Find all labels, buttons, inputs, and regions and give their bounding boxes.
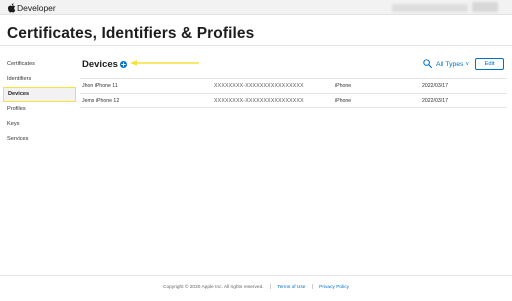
device-model: iPhone — [335, 83, 352, 89]
edit-button[interactable]: Edit — [475, 58, 504, 70]
sidebar: Certificates Identifiers Devices Profile… — [3, 57, 76, 147]
device-name: Jems iPhone 12 — [82, 98, 120, 104]
type-filter-label: All Types — [436, 60, 464, 68]
page-title: Certificates, Identifiers & Profiles — [7, 25, 255, 42]
privacy-policy-link[interactable]: Privacy Policy — [319, 285, 349, 290]
top-navigation-bar: Developer — [0, 0, 512, 15]
devices-section-header: Devices — [82, 57, 127, 71]
devices-table: Jhon iPhone 11 XXXXXXXX-XXXXXXXXXXXXXXXX… — [80, 78, 507, 108]
footer-divider — [0, 275, 512, 276]
developer-home-link[interactable]: Developer — [7, 2, 56, 13]
device-udid: XXXXXXXX-XXXXXXXXXXXXXXXX — [214, 83, 304, 89]
search-icon[interactable] — [423, 59, 432, 68]
apple-logo-icon — [7, 2, 16, 13]
sidebar-item-services[interactable]: Services — [3, 132, 76, 147]
sidebar-item-certificates[interactable]: Certificates — [3, 57, 76, 72]
sidebar-item-keys[interactable]: Keys — [3, 117, 76, 132]
account-menu-button[interactable] — [472, 2, 498, 12]
device-udid: XXXXXXXX-XXXXXXXXXXXXXXXX — [214, 98, 304, 104]
plus-circle-icon[interactable] — [119, 60, 127, 68]
table-row[interactable]: Jems iPhone 12 XXXXXXXX-XXXXXXXXXXXXXXXX… — [80, 93, 507, 108]
arrow-left-icon — [130, 60, 199, 66]
device-date: 2022/03/17 — [422, 98, 448, 104]
footer: Copyright © 2020 Apple Inc. All rights r… — [0, 284, 512, 290]
type-filter-dropdown[interactable]: All Types ∨ — [436, 59, 469, 69]
device-name: Jhon iPhone 11 — [82, 83, 118, 89]
sidebar-item-devices[interactable]: Devices — [3, 87, 76, 102]
account-name-redacted — [392, 4, 468, 12]
chevron-down-icon: ∨ — [465, 61, 470, 67]
copyright-text: Copyright © 2020 Apple Inc. All rights r… — [163, 284, 264, 290]
device-model: iPhone — [335, 98, 352, 104]
brand-label: Developer — [17, 2, 56, 13]
table-row[interactable]: Jhon iPhone 11 XXXXXXXX-XXXXXXXXXXXXXXXX… — [80, 78, 507, 93]
section-title: Devices — [82, 58, 118, 70]
terms-of-use-link[interactable]: Terms of Use — [277, 285, 305, 290]
device-date: 2022/03/17 — [422, 83, 448, 89]
footer-separator — [311, 284, 313, 289]
sidebar-item-profiles[interactable]: Profiles — [3, 102, 76, 117]
footer-separator — [269, 284, 271, 289]
sidebar-item-identifiers[interactable]: Identifiers — [3, 72, 76, 87]
header-divider — [0, 45, 512, 46]
